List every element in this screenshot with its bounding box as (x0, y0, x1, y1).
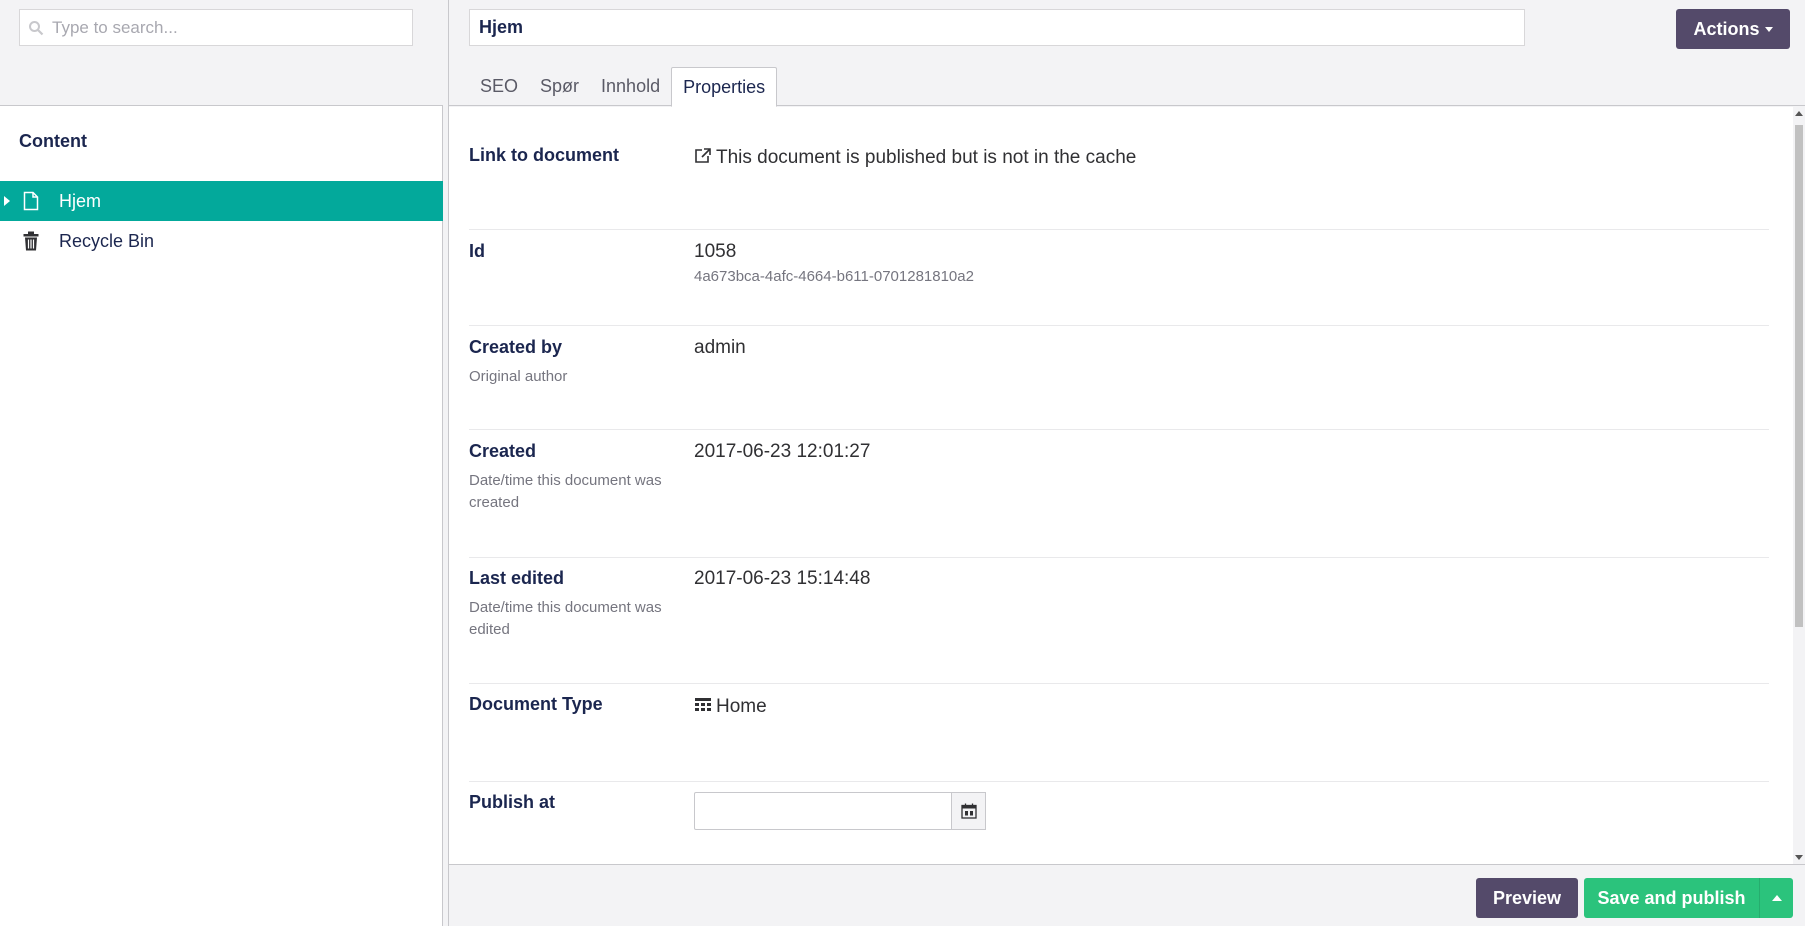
tree-search-bar (0, 0, 443, 106)
property-title: Publish at (469, 792, 556, 812)
actions-label: Actions (1693, 18, 1760, 39)
tree-item-hjem[interactable]: Hjem (0, 181, 443, 221)
scroll-up-icon[interactable] (1795, 111, 1803, 116)
search-input[interactable] (52, 17, 392, 38)
properties-panel: Link to document This document is publis… (449, 107, 1805, 864)
expand-caret-icon[interactable] (4, 196, 10, 206)
property-value: 2017-06-23 15:14:48 (694, 568, 871, 589)
tab-seo[interactable]: SEO (469, 67, 529, 106)
search-box[interactable] (19, 9, 413, 46)
tree-root-label: Content (19, 131, 87, 151)
node-name-input[interactable]: Hjem (469, 9, 1525, 46)
property-publish-at: Publish at (469, 792, 1769, 864)
property-value: 1058 4a673bca-4afc-4664-b611-0701281810a… (694, 241, 974, 285)
property-value: 2017-06-23 12:01:27 (694, 441, 871, 462)
property-title: Id (469, 241, 485, 261)
property-value[interactable]: Home (694, 696, 767, 718)
property-label: Created Date/time this document was crea… (469, 441, 679, 514)
document-link-text[interactable]: This document is published but is not in… (716, 147, 1136, 168)
property-link-to-document: Link to document This document is publis… (469, 145, 1769, 230)
property-description: Date/time this document was created (469, 472, 662, 511)
save-and-publish-button[interactable]: Save and publish (1584, 878, 1759, 918)
property-description: Date/time this document was edited (469, 599, 662, 638)
actions-button[interactable]: Actions (1676, 9, 1790, 49)
property-title: Last edited (469, 568, 565, 588)
property-value[interactable]: This document is published but is not in… (694, 147, 1136, 169)
caret-down-icon (1764, 26, 1773, 32)
preview-button[interactable]: Preview (1476, 878, 1578, 918)
document-icon (21, 190, 41, 212)
property-title: Created (469, 441, 537, 461)
calendar-button[interactable] (952, 792, 986, 830)
calendar-icon (960, 803, 977, 819)
app: Content Hjem (0, 0, 1805, 926)
property-label: Publish at (469, 792, 679, 813)
property-last-edited: Last edited Date/time this document was … (469, 568, 1769, 684)
caret-up-icon (1771, 895, 1782, 901)
content-tree-panel: Content Hjem (0, 0, 443, 926)
document-type-name[interactable]: Home (716, 696, 767, 717)
property-label: Document Type (469, 694, 679, 715)
tree-item-label: Hjem (59, 190, 102, 211)
tree-item-recycle-bin[interactable]: Recycle Bin (0, 221, 443, 261)
external-link-icon (695, 148, 711, 163)
tab-properties[interactable]: Properties (671, 67, 778, 107)
property-created-by: Created by Original author admin (469, 337, 1769, 430)
editor-header: Hjem Actions SEO Spør Innhold Properties (449, 0, 1805, 107)
property-title: Link to document (469, 145, 619, 165)
property-label: Id (469, 241, 679, 262)
property-title: Created by (469, 337, 563, 357)
tab-innhold[interactable]: Innhold (590, 67, 671, 106)
scroll-down-icon[interactable] (1795, 855, 1803, 860)
vertical-scrollbar[interactable] (1793, 107, 1805, 864)
property-document-type: Document Type Home (469, 694, 1769, 782)
grid-icon (695, 698, 711, 711)
property-id: Id 1058 4a673bca-4afc-4664-b611-07012818… (469, 241, 1769, 326)
property-label: Last edited Date/time this document was … (469, 568, 679, 641)
property-value: admin (694, 337, 746, 358)
trash-icon (21, 230, 41, 252)
id-value: 1058 (694, 241, 737, 262)
tree-item-label: Recycle Bin (59, 230, 155, 251)
search-icon (29, 20, 44, 35)
save-options-button[interactable] (1759, 878, 1793, 918)
property-title: Document Type (469, 694, 603, 714)
tab-spor[interactable]: Spør (529, 67, 590, 106)
property-label: Link to document (469, 145, 679, 166)
content-editor: Hjem Actions SEO Spør Innhold Properties… (449, 0, 1805, 926)
property-created: Created Date/time this document was crea… (469, 441, 1769, 558)
property-label: Created by Original author (469, 337, 679, 388)
publish-at-input[interactable] (694, 792, 952, 830)
property-description: Original author (469, 368, 568, 385)
scrollbar-thumb[interactable] (1795, 125, 1803, 627)
editor-tabs: SEO Spør Innhold Properties (469, 67, 778, 107)
guid-value: 4a673bca-4afc-4664-b611-0701281810a2 (694, 268, 974, 285)
editor-footer: Preview Save and publish (449, 864, 1805, 926)
publish-at-date-field (694, 792, 986, 830)
